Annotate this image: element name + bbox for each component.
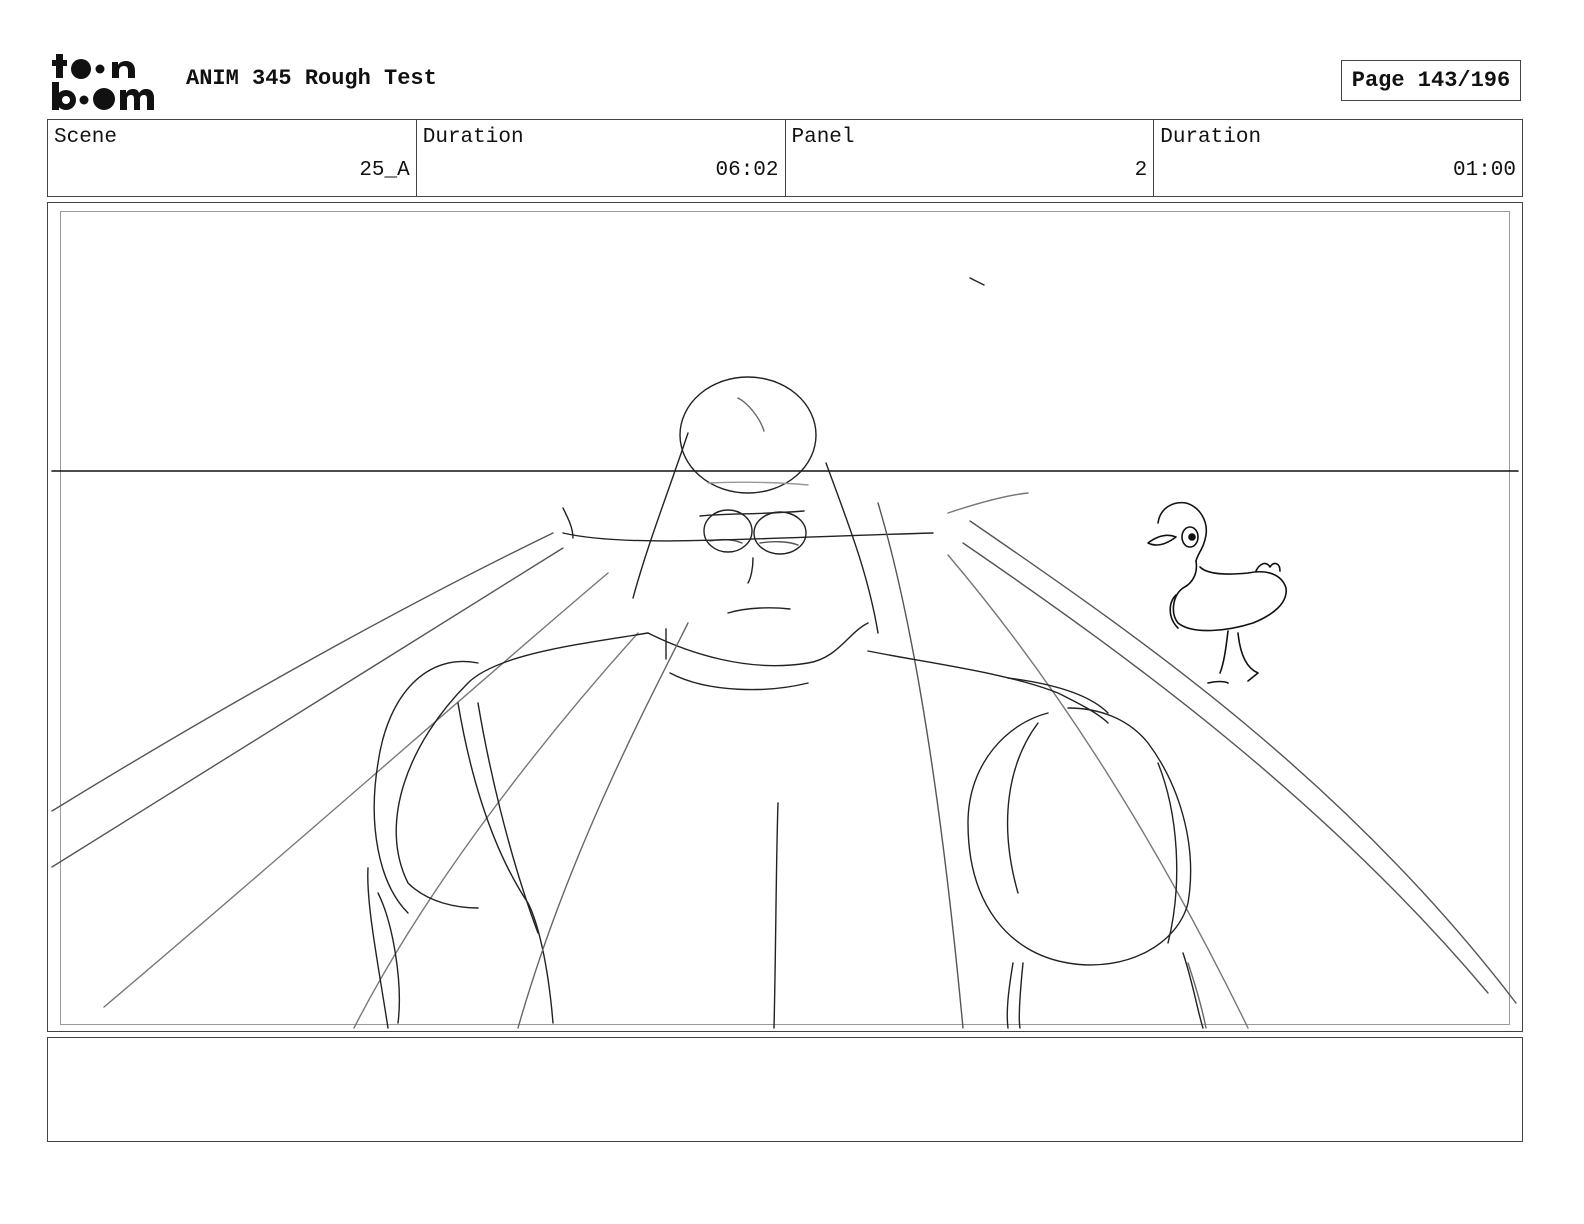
panel-duration-value: 01:00 bbox=[1452, 159, 1516, 182]
panel-duration-cell: Duration 01:00 bbox=[1154, 120, 1522, 196]
character-head bbox=[679, 376, 817, 494]
scene-label: Scene bbox=[54, 126, 118, 149]
perspective-line bbox=[962, 542, 1489, 994]
scene-cell: Scene 25_A bbox=[48, 120, 417, 196]
document-title: ANIM 345 Rough Test bbox=[186, 66, 437, 91]
bird-sketch bbox=[1147, 501, 1287, 684]
panel-notes-box bbox=[47, 1037, 1523, 1142]
character-glasses bbox=[703, 509, 753, 553]
perspective-line bbox=[103, 572, 609, 1008]
scene-duration-cell: Duration 06:02 bbox=[417, 120, 786, 196]
panel-duration-label: Duration bbox=[1160, 126, 1262, 149]
panel-cell: Panel 2 bbox=[786, 120, 1155, 196]
page-indicator: Page 143/196 bbox=[1341, 60, 1521, 101]
panel-value: 2 bbox=[1134, 159, 1148, 182]
scene-duration-value: 06:02 bbox=[715, 159, 779, 182]
scene-duration-label: Duration bbox=[422, 126, 524, 149]
toon-boom-logo bbox=[52, 54, 154, 110]
panel-label: Panel bbox=[791, 126, 855, 149]
scene-info-row: Scene 25_A Duration 06:02 Panel 2 Durati… bbox=[47, 119, 1523, 197]
panel-frame bbox=[47, 202, 1523, 1032]
storyboard-sketch bbox=[51, 277, 1519, 1029]
character-right-arm bbox=[967, 707, 1192, 966]
perspective-line bbox=[969, 520, 1517, 1004]
scene-value: 25_A bbox=[359, 159, 410, 182]
perspective-line bbox=[947, 554, 1249, 1029]
perspective-line bbox=[51, 532, 554, 812]
